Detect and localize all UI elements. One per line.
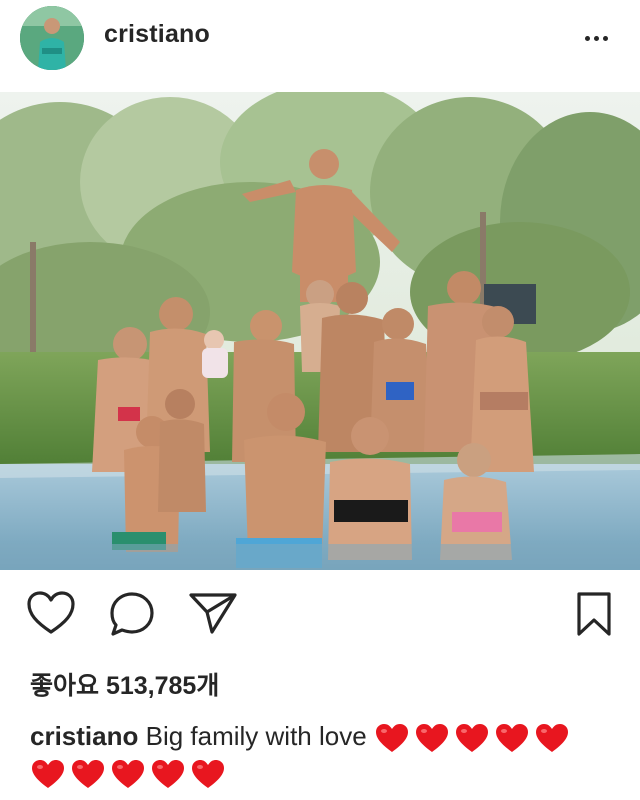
red-heart-emoji-icon: [494, 722, 530, 754]
red-heart-emoji-icon: [110, 758, 146, 790]
caption-username[interactable]: cristiano: [30, 721, 138, 751]
caption-text: Big family with love: [145, 721, 367, 751]
red-heart-emoji-icon: [30, 758, 66, 790]
post-username[interactable]: cristiano: [104, 20, 210, 49]
red-heart-emoji-icon: [534, 722, 570, 754]
post-action-bar: [0, 590, 640, 650]
avatar-image: [20, 6, 84, 70]
comment-bubble-icon[interactable]: [108, 590, 156, 643]
post-photo[interactable]: [0, 92, 640, 570]
post-header: cristiano: [0, 0, 640, 88]
caption-hearts-line2: [30, 758, 226, 790]
more-options-icon[interactable]: [570, 24, 622, 52]
red-heart-emoji-icon: [454, 722, 490, 754]
profile-avatar[interactable]: [20, 6, 84, 70]
heart-outline-icon[interactable]: [26, 590, 76, 641]
family-pool-photo: [0, 92, 640, 570]
likes-count[interactable]: 좋아요 513,785개: [30, 666, 219, 702]
red-heart-emoji-icon: [70, 758, 106, 790]
red-heart-emoji-icon: [190, 758, 226, 790]
post-caption: cristiano Big family with love: [30, 716, 620, 756]
caption-hearts-line1: [374, 722, 570, 754]
paper-plane-icon[interactable]: [188, 590, 238, 641]
bookmark-icon[interactable]: [574, 590, 614, 643]
red-heart-emoji-icon: [414, 722, 450, 754]
red-heart-emoji-icon: [150, 758, 186, 790]
red-heart-emoji-icon: [374, 722, 410, 754]
